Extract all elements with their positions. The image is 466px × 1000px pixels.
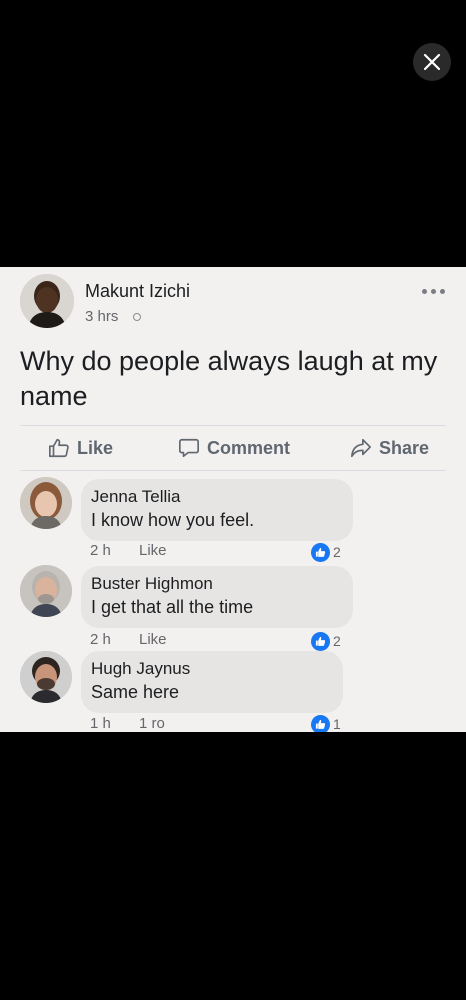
commenter-name[interactable]: Buster Highmon xyxy=(91,574,213,594)
reaction-count[interactable]: 2 xyxy=(311,631,341,651)
post-card: Makunt Izichi 3 hrs Why do people always… xyxy=(0,267,466,732)
comment-like-link[interactable]: Like xyxy=(139,542,167,559)
reaction-count[interactable]: 1 xyxy=(311,714,341,732)
comment-timestamp[interactable]: 2 h xyxy=(90,542,111,559)
comment-like-link[interactable]: 1 ro xyxy=(139,715,165,732)
reaction-count[interactable]: 2 xyxy=(311,542,341,562)
commenter-avatar[interactable] xyxy=(20,477,72,529)
comment-like-link[interactable]: Like xyxy=(139,631,167,648)
like-reaction-icon xyxy=(311,542,330,562)
commenter-avatar[interactable] xyxy=(20,651,72,703)
post-timestamp[interactable]: 3 hrs xyxy=(85,308,118,325)
reaction-number: 1 xyxy=(333,716,341,732)
author-avatar[interactable] xyxy=(20,274,74,328)
commenter-name[interactable]: Jenna Tellia xyxy=(91,487,180,507)
commenter-name[interactable]: Hugh Jaynus xyxy=(91,659,190,679)
like-reaction-icon xyxy=(311,631,330,651)
like-label: Like xyxy=(77,437,114,458)
like-reaction-icon xyxy=(311,714,330,732)
thumbs-up-icon xyxy=(49,438,69,458)
close-button[interactable] xyxy=(413,43,451,81)
reaction-number: 2 xyxy=(333,633,341,649)
share-arrow-icon xyxy=(351,438,371,458)
globe-icon xyxy=(133,313,141,321)
comment-timestamp[interactable]: 2 h xyxy=(90,631,111,648)
comment-text: I get that all the time xyxy=(91,597,254,617)
more-options-icon[interactable] xyxy=(420,287,448,297)
author-name[interactable]: Makunt Izichi xyxy=(85,281,190,302)
post-action-bar: Like Comment Share xyxy=(20,425,446,471)
comment-timestamp[interactable]: 1 h xyxy=(90,715,111,732)
post-text: Why do people always laugh at my name xyxy=(20,346,438,411)
comment-text: Same here xyxy=(91,682,180,702)
comment-label: Comment xyxy=(207,437,291,458)
comment-icon xyxy=(179,438,199,458)
commenter-avatar[interactable] xyxy=(20,565,72,617)
close-icon xyxy=(423,53,441,71)
reaction-number: 2 xyxy=(333,544,341,560)
share-button[interactable]: Share xyxy=(350,436,429,460)
comment-button[interactable]: Comment xyxy=(178,436,290,460)
comment-text: I know how you feel. xyxy=(91,510,255,530)
like-button[interactable]: Like xyxy=(48,436,113,460)
share-label: Share xyxy=(379,437,430,458)
